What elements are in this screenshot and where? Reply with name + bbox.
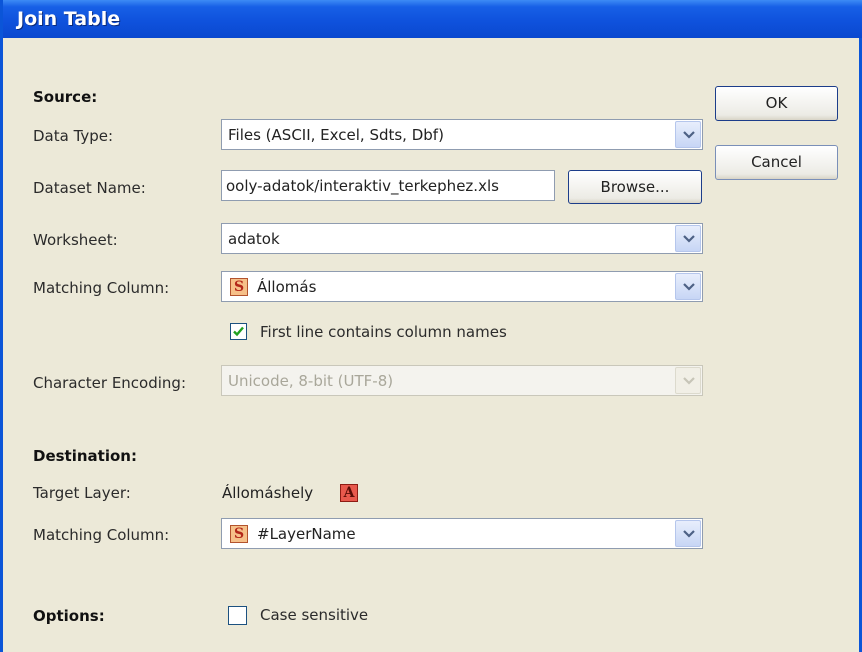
cancel-button[interactable]: Cancel [715,145,838,180]
data-type-value: Files (ASCII, Excel, Sdts, Dbf) [228,126,444,144]
chevron-down-icon [683,131,695,139]
destination-matching-column-dropdown-button[interactable] [675,520,701,547]
data-type-label: Data Type: [33,127,114,145]
character-encoding-value: Unicode, 8-bit (UTF-8) [228,372,394,390]
dataset-name-label: Dataset Name: [33,179,146,197]
destination-matching-column-select[interactable]: S #LayerName [221,518,703,549]
chevron-down-icon [683,235,695,243]
ok-button[interactable]: OK [715,86,838,121]
ok-button-label: OK [765,94,788,112]
options-heading: Options: [33,607,105,625]
string-type-icon: S [230,525,248,543]
source-heading: Source: [33,88,98,106]
target-layer-label: Target Layer: [33,484,131,502]
first-line-checkbox[interactable] [230,323,247,340]
dataset-name-value: ooly-adatok/interaktiv_terkephez.xls [226,177,499,195]
worksheet-label: Worksheet: [33,231,118,249]
window-title: Join Table [17,8,121,30]
case-sensitive-checkbox[interactable] [228,606,247,625]
checkmark-icon [233,326,244,337]
matching-column-label: Matching Column: [33,279,170,297]
data-type-select[interactable]: Files (ASCII, Excel, Sdts, Dbf) [221,119,703,150]
string-type-icon: S [230,278,248,296]
dataset-name-input[interactable]: ooly-adatok/interaktiv_terkephez.xls [221,170,555,201]
browse-button[interactable]: Browse... [568,170,702,204]
chevron-down-icon [683,377,695,385]
first-line-label: First line contains column names [260,323,507,341]
destination-matching-column-value: #LayerName [257,525,356,543]
case-sensitive-label: Case sensitive [260,606,369,624]
chevron-down-icon [683,530,695,538]
worksheet-select[interactable]: adatok [221,223,703,254]
character-encoding-select[interactable]: Unicode, 8-bit (UTF-8) [221,365,703,396]
character-encoding-label: Character Encoding: [33,374,187,392]
browse-button-label: Browse... [600,178,670,196]
source-matching-column-select[interactable]: S Állomás [221,271,703,302]
chevron-down-icon [683,283,695,291]
destination-matching-column-label: Matching Column: [33,526,170,544]
join-table-dialog: Join Table Source: Data Type: Files (ASC… [0,0,862,652]
worksheet-dropdown-button[interactable] [675,225,701,252]
worksheet-value: adatok [228,230,280,248]
source-matching-column-value: Állomás [257,278,317,296]
target-layer-value: Állomáshely [222,484,314,502]
cancel-button-label: Cancel [751,153,802,171]
data-type-dropdown-button[interactable] [675,121,701,148]
source-matching-column-dropdown-button[interactable] [675,273,701,300]
title-bar[interactable]: Join Table [3,0,862,38]
character-encoding-dropdown-button[interactable] [675,367,701,394]
area-layer-icon: A [340,484,358,502]
destination-heading: Destination: [33,447,137,465]
